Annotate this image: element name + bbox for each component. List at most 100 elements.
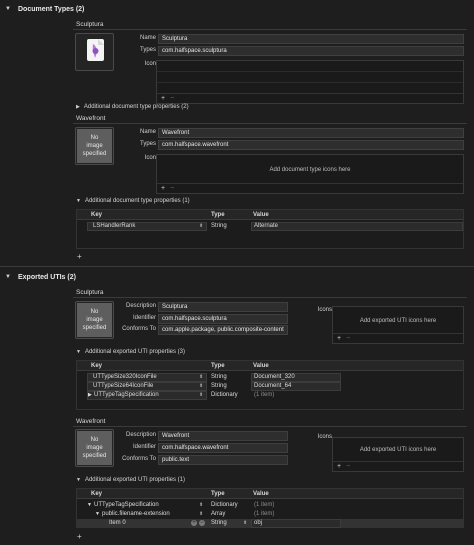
icon-list-area[interactable]: Add exported UTI icons here + − [332, 437, 464, 472]
item-title: Wavefront [76, 418, 106, 425]
row-type[interactable]: String [211, 374, 227, 380]
stepper-icon[interactable]: ⬍ [199, 374, 203, 380]
exported-utis-header[interactable]: ▼ Exported UTIs (2) [0, 270, 474, 284]
list-row-line [157, 183, 463, 184]
table-row[interactable]: ▼ public.filename-extension ⬍ Array (1 i… [77, 510, 463, 519]
disclosure-open-icon[interactable]: ▼ [87, 502, 92, 508]
document-icon-well[interactable] [75, 33, 114, 71]
disclosure-open-icon[interactable]: ▼ [76, 477, 81, 483]
icons-hint: Add document type icons here [269, 167, 351, 173]
no-image-text: No [90, 135, 99, 141]
add-row-icon[interactable]: + [191, 520, 197, 526]
column-key[interactable]: Key [91, 363, 102, 369]
icons-label: Icons [317, 307, 332, 313]
table-row[interactable]: ▼ UTTypeTagSpecification ⬍ Dictionary (1… [77, 501, 463, 510]
column-value[interactable]: Value [253, 363, 269, 369]
identifier-label: Identifier [132, 444, 156, 450]
table-header: Key Type Value [77, 361, 463, 371]
icon-list-area[interactable]: Add exported UTI icons here + − [332, 306, 464, 344]
column-type[interactable]: Type [211, 491, 225, 497]
types-field[interactable]: com.halfspace.sculptura [158, 46, 464, 56]
conforms-to-label: Conforms To [122, 326, 156, 332]
remove-icon[interactable]: − [170, 185, 174, 192]
additional-properties-disclosure[interactable]: ▼ Additional exported UTI properties (3) [76, 349, 185, 355]
additional-properties-disclosure[interactable]: ▼ Additional exported UTI properties (1) [76, 477, 185, 483]
add-icon[interactable]: + [77, 252, 82, 261]
row-value: obj [254, 520, 263, 526]
row-type[interactable]: String [211, 383, 227, 389]
types-field[interactable]: com.halfspace.wavefront [158, 140, 464, 150]
identifier-field[interactable]: com.halfspace.sculptura [158, 314, 288, 324]
row-key: UTTypeTagSpecification [94, 392, 159, 398]
name-field[interactable]: Sculptura [158, 34, 464, 44]
divider [73, 29, 467, 30]
remove-row-icon[interactable]: − [199, 520, 205, 526]
disclosure-closed-icon[interactable]: ▶ [76, 104, 80, 110]
remove-icon[interactable]: − [170, 95, 174, 102]
disclosure-label: Additional document type properties (1) [84, 198, 190, 204]
no-image-text: specified [82, 325, 107, 331]
document-types-header[interactable]: ▼ Document Types (2) [0, 2, 474, 16]
row-type[interactable]: Dictionary [211, 502, 238, 508]
section-title: Document Types (2) [18, 5, 85, 13]
value-cell[interactable] [251, 519, 341, 528]
uti-icon-well[interactable]: No image specified [75, 429, 114, 467]
additional-properties-disclosure[interactable]: ▶ Additional document type properties (2… [76, 104, 189, 110]
column-key[interactable]: Key [91, 491, 102, 497]
remove-icon[interactable]: − [346, 335, 350, 342]
add-icon[interactable]: + [77, 532, 82, 541]
no-image-text: No [90, 437, 99, 443]
row-type[interactable]: Array [211, 511, 225, 517]
column-type[interactable]: Type [211, 363, 225, 369]
column-value[interactable]: Value [253, 491, 269, 497]
icon-list-area[interactable]: Add document type icons here + − [156, 154, 464, 194]
name-field[interactable]: Wavefront [158, 128, 464, 138]
row-type[interactable]: String [211, 223, 227, 229]
table-row[interactable]: UTTypeSize64IconFile ⬍ String Document_6… [77, 382, 463, 391]
stepper-icon[interactable]: ⬍ [243, 520, 247, 526]
no-image-placeholder: No image specified [77, 303, 112, 337]
column-type[interactable]: Type [211, 212, 225, 218]
disclosure-closed-icon[interactable]: ▶ [88, 392, 92, 398]
table-row[interactable]: UTTypeSize320IconFile ⬍ String Document_… [77, 373, 463, 382]
add-icon[interactable]: + [161, 185, 165, 192]
add-icon[interactable]: + [161, 95, 165, 102]
icon-list-controls: + − [161, 184, 174, 193]
row-key: UTTypeSize320IconFile [93, 374, 157, 380]
disclosure-open-icon[interactable]: ▼ [5, 6, 13, 12]
table-row[interactable]: LSHandlerRank ⬍ String Alternate [77, 222, 463, 231]
disclosure-open-icon[interactable]: ▼ [95, 511, 100, 517]
row-type[interactable]: String [211, 520, 227, 526]
value-cell[interactable] [251, 222, 463, 231]
stepper-icon[interactable]: ⬍ [199, 502, 203, 508]
stepper-icon[interactable]: ⬍ [199, 223, 203, 229]
add-icon[interactable]: + [337, 463, 341, 470]
table-row[interactable]: Item 0 + − String ⬍ obj [77, 519, 463, 528]
add-icon[interactable]: + [337, 335, 341, 342]
disclosure-open-icon[interactable]: ▼ [76, 349, 81, 355]
identifier-field[interactable]: com.halfspace.wavefront [158, 443, 288, 453]
column-value[interactable]: Value [253, 212, 269, 218]
stepper-icon[interactable]: ⬍ [199, 511, 203, 517]
icon-label: Icon [144, 155, 156, 161]
table-row[interactable]: ▶ UTTypeTagSpecification ⬍ Dictionary (1… [77, 391, 463, 400]
row-type[interactable]: Dictionary [211, 392, 238, 398]
row-value: Document_64 [254, 383, 292, 389]
list-row-line [157, 93, 463, 94]
stepper-icon[interactable]: ⬍ [199, 383, 203, 389]
disclosure-open-icon[interactable]: ▼ [5, 274, 13, 280]
uti-icon-well[interactable]: No image specified [75, 301, 114, 339]
disclosure-open-icon[interactable]: ▼ [76, 198, 81, 204]
name-label: Name [139, 35, 156, 41]
conforms-to-field[interactable]: com.apple.package, public.composite-cont… [158, 325, 288, 335]
document-icon-well[interactable]: No image specified [75, 127, 114, 165]
column-key[interactable]: Key [91, 212, 102, 218]
conforms-to-label: Conforms To [122, 456, 156, 462]
icon-list-area[interactable]: + − [156, 60, 464, 104]
description-field[interactable]: Sculptura [158, 302, 288, 312]
conforms-to-field[interactable]: public.text [158, 455, 288, 465]
stepper-icon[interactable]: ⬍ [199, 392, 203, 398]
additional-properties-disclosure[interactable]: ▼ Additional document type properties (1… [76, 198, 190, 204]
remove-icon[interactable]: − [346, 463, 350, 470]
description-field[interactable]: Wavefront [158, 431, 288, 441]
